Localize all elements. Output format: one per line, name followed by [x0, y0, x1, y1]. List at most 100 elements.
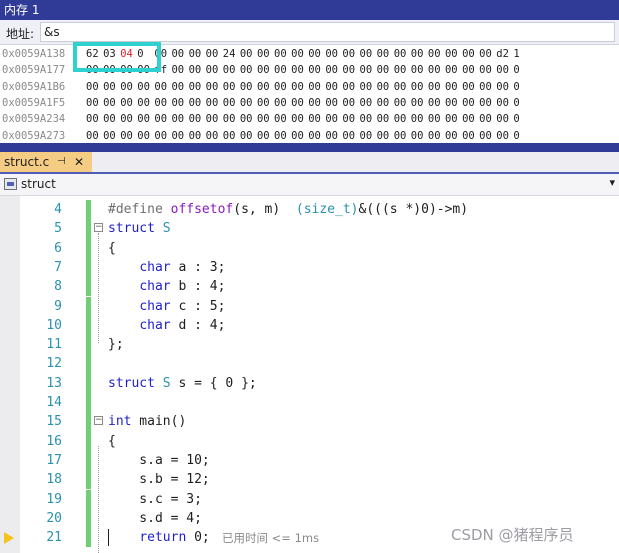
code-line[interactable]: 4 #define offsetof(s, m) (size_t)&(((s *)…: [0, 200, 619, 220]
memory-byte[interactable]: 00: [86, 95, 103, 111]
memory-byte[interactable]: 00: [171, 46, 188, 62]
memory-byte[interactable]: 00: [154, 95, 171, 111]
memory-byte[interactable]: 00: [342, 46, 359, 62]
tab-struct-c[interactable]: struct.c ⊣ ✕: [0, 152, 92, 172]
close-icon[interactable]: ✕: [74, 152, 84, 172]
memory-byte[interactable]: 00: [445, 128, 462, 144]
memory-byte[interactable]: 00: [189, 95, 206, 111]
memory-byte[interactable]: 00: [342, 79, 359, 95]
memory-byte[interactable]: 00: [394, 79, 411, 95]
memory-byte[interactable]: 00: [411, 128, 428, 144]
memory-byte[interactable]: 00: [86, 128, 103, 144]
memory-byte[interactable]: 00: [257, 111, 274, 127]
memory-byte[interactable]: 00: [291, 62, 308, 78]
memory-byte[interactable]: 0: [513, 128, 530, 144]
memory-byte[interactable]: 00: [189, 128, 206, 144]
memory-byte[interactable]: 00: [342, 128, 359, 144]
memory-byte[interactable]: 0: [513, 95, 530, 111]
memory-byte[interactable]: 00: [360, 62, 377, 78]
memory-byte[interactable]: 00: [240, 46, 257, 62]
memory-byte[interactable]: 00: [120, 111, 137, 127]
memory-byte[interactable]: 00: [377, 111, 394, 127]
memory-byte[interactable]: 00: [171, 95, 188, 111]
memory-byte[interactable]: 00: [274, 128, 291, 144]
memory-byte[interactable]: 00: [411, 95, 428, 111]
memory-byte[interactable]: 00: [342, 62, 359, 78]
code-line[interactable]: 17 s.a = 10;: [0, 450, 619, 471]
memory-byte[interactable]: 00: [206, 62, 223, 78]
memory-byte[interactable]: 00: [274, 95, 291, 111]
memory-byte[interactable]: 00: [308, 111, 325, 127]
code-line[interactable]: 13 struct S s = { 0 };: [0, 373, 619, 393]
code-line[interactable]: 18 s.b = 12;: [0, 470, 619, 490]
memory-byte[interactable]: 00: [274, 111, 291, 127]
memory-byte[interactable]: 00: [394, 46, 411, 62]
memory-byte[interactable]: 00: [479, 95, 496, 111]
window-splitter[interactable]: [0, 143, 619, 152]
memory-byte[interactable]: 00: [274, 79, 291, 95]
memory-byte[interactable]: 00: [189, 111, 206, 127]
memory-byte[interactable]: 00: [154, 79, 171, 95]
memory-byte[interactable]: 00: [240, 128, 257, 144]
memory-byte[interactable]: 24: [223, 46, 240, 62]
memory-byte[interactable]: 00: [171, 62, 188, 78]
memory-byte[interactable]: 00: [377, 79, 394, 95]
address-input[interactable]: &s: [40, 22, 615, 42]
memory-byte[interactable]: 00: [171, 111, 188, 127]
pin-icon[interactable]: ⊣: [57, 152, 66, 172]
memory-byte[interactable]: 00: [428, 62, 445, 78]
memory-byte[interactable]: 00: [223, 111, 240, 127]
memory-byte[interactable]: 00: [428, 128, 445, 144]
memory-byte[interactable]: 00: [137, 111, 154, 127]
memory-byte[interactable]: 00: [462, 62, 479, 78]
chevron-down-icon[interactable]: ▾: [609, 176, 615, 189]
memory-byte[interactable]: 00: [377, 128, 394, 144]
memory-byte[interactable]: 00: [240, 95, 257, 111]
memory-byte[interactable]: d2: [496, 46, 513, 62]
memory-byte[interactable]: 00: [240, 79, 257, 95]
fold-toggle-icon[interactable]: −: [94, 416, 103, 426]
memory-byte[interactable]: 00: [308, 95, 325, 111]
code-line[interactable]: 5 − struct S: [0, 219, 619, 239]
memory-byte[interactable]: 00: [325, 62, 342, 78]
memory-byte[interactable]: 00: [120, 95, 137, 111]
memory-byte[interactable]: 00: [377, 95, 394, 111]
memory-byte[interactable]: 00: [377, 62, 394, 78]
memory-byte[interactable]: 00: [325, 111, 342, 127]
memory-byte[interactable]: 00: [206, 128, 223, 144]
memory-byte[interactable]: 00: [479, 128, 496, 144]
code-line[interactable]: 9 char c : 5;: [0, 296, 619, 316]
memory-byte[interactable]: 00: [479, 111, 496, 127]
memory-byte[interactable]: 00: [291, 79, 308, 95]
memory-byte[interactable]: 00: [445, 62, 462, 78]
memory-byte[interactable]: 00: [308, 79, 325, 95]
memory-byte[interactable]: 00: [462, 128, 479, 144]
memory-byte[interactable]: 00: [308, 46, 325, 62]
memory-byte[interactable]: 00: [189, 46, 206, 62]
memory-byte[interactable]: 0: [513, 79, 530, 95]
memory-byte[interactable]: 00: [428, 46, 445, 62]
memory-byte[interactable]: 00: [496, 111, 513, 127]
memory-byte[interactable]: 00: [137, 79, 154, 95]
memory-byte[interactable]: 00: [189, 62, 206, 78]
memory-byte[interactable]: 0: [513, 111, 530, 127]
memory-byte[interactable]: 00: [86, 79, 103, 95]
memory-byte[interactable]: 00: [445, 46, 462, 62]
memory-byte[interactable]: 00: [394, 111, 411, 127]
memory-byte[interactable]: 0: [513, 62, 530, 78]
memory-byte[interactable]: 00: [479, 79, 496, 95]
memory-byte[interactable]: 00: [428, 95, 445, 111]
code-line[interactable]: 14: [0, 393, 619, 413]
memory-byte[interactable]: 00: [479, 46, 496, 62]
memory-byte[interactable]: 00: [496, 62, 513, 78]
memory-byte[interactable]: 00: [360, 128, 377, 144]
code-line[interactable]: 11};: [0, 335, 619, 355]
memory-byte[interactable]: 00: [360, 46, 377, 62]
scope-dropdown[interactable]: struct ▾: [0, 174, 619, 196]
fold-toggle-icon[interactable]: −: [94, 223, 103, 233]
code-line[interactable]: 12: [0, 354, 619, 374]
memory-byte[interactable]: 00: [154, 128, 171, 144]
memory-byte[interactable]: 00: [120, 79, 137, 95]
memory-byte[interactable]: 00: [462, 111, 479, 127]
memory-byte[interactable]: 00: [308, 128, 325, 144]
